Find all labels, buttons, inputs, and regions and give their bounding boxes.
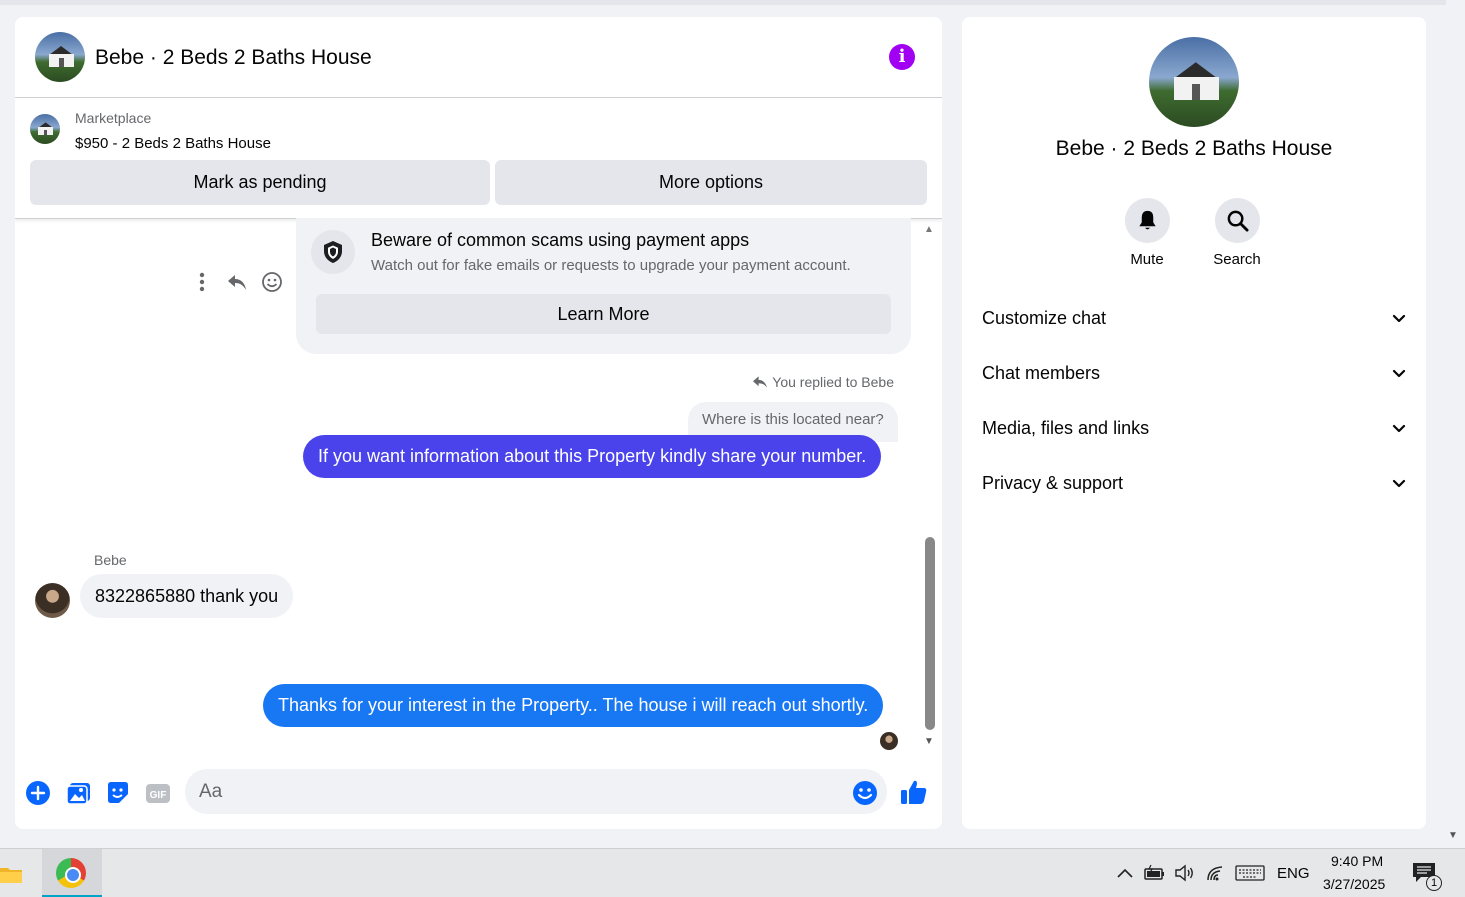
chat-members-section[interactable]: Chat members bbox=[982, 359, 1407, 389]
info-icon[interactable]: i bbox=[889, 44, 915, 70]
listing-source: Marketplace bbox=[75, 110, 152, 126]
scam-warning-title: Beware of common scams using payment app… bbox=[371, 230, 750, 250]
sender-name: Bebe bbox=[94, 552, 127, 568]
photo-icon[interactable] bbox=[66, 780, 92, 806]
chevron-down-icon bbox=[1392, 479, 1406, 488]
chat-panel: Bebe · 2 Beds 2 Baths House i Marketplac… bbox=[15, 17, 942, 829]
replied-label: You replied to Bebe bbox=[772, 374, 894, 390]
listing-title[interactable]: $950 - 2 Beds 2 Baths House bbox=[75, 135, 271, 152]
plus-icon[interactable] bbox=[25, 780, 51, 806]
section-label: Customize chat bbox=[982, 308, 1107, 328]
profile-title: Bebe · 2 Beds 2 Baths House bbox=[1055, 137, 1333, 160]
scam-warning-card: Beware of common scams using payment app… bbox=[296, 218, 911, 354]
chat-header: Bebe · 2 Beds 2 Baths House i bbox=[15, 17, 942, 98]
privacy-support-section[interactable]: Privacy & support bbox=[982, 469, 1407, 499]
volume-icon[interactable] bbox=[1174, 864, 1196, 887]
chevron-down-icon bbox=[1392, 314, 1406, 323]
more-vertical-icon[interactable] bbox=[198, 271, 206, 298]
notification-count-badge: 1 bbox=[1426, 875, 1442, 891]
chrome-taskbar-button[interactable] bbox=[42, 849, 102, 897]
shield-icon bbox=[311, 230, 355, 274]
message-actions bbox=[195, 271, 295, 295]
bell-icon[interactable] bbox=[1124, 198, 1170, 243]
windows-taskbar: ENG 9:40 PM 3/27/2025 1 bbox=[0, 848, 1465, 897]
chevron-down-icon bbox=[1392, 424, 1406, 433]
mute-label: Mute bbox=[1130, 251, 1164, 268]
file-explorer-icon[interactable] bbox=[0, 863, 22, 885]
chrome-icon bbox=[56, 858, 86, 888]
mute-button[interactable]: Mute bbox=[1117, 198, 1177, 268]
learn-more-button[interactable]: Learn More bbox=[316, 294, 891, 334]
profile-avatar[interactable] bbox=[1149, 37, 1239, 127]
search-button[interactable]: Search bbox=[1207, 198, 1267, 268]
reply-icon bbox=[753, 376, 768, 388]
replied-indicator: You replied to Bebe bbox=[752, 374, 894, 390]
page-scroll-down-arrow[interactable]: ▼ bbox=[1448, 830, 1458, 841]
reply-icon[interactable] bbox=[226, 271, 248, 298]
incoming-message[interactable]: 8322865880 thank you bbox=[80, 574, 294, 618]
scam-warning-subtitle: Watch out for fake emails or requests to… bbox=[371, 257, 851, 274]
scroll-down-arrow[interactable]: ▼ bbox=[924, 736, 936, 747]
search-icon[interactable] bbox=[1214, 198, 1260, 243]
composer: GIF bbox=[15, 759, 942, 819]
listing-banner: Marketplace $950 - 2 Beds 2 Baths House … bbox=[15, 99, 942, 219]
search-label: Search bbox=[1213, 251, 1261, 268]
clock-date[interactable]: 3/27/2025 bbox=[1323, 876, 1385, 892]
gif-icon[interactable]: GIF bbox=[145, 780, 171, 806]
top-strip bbox=[0, 0, 1446, 5]
mark-as-pending-button[interactable]: Mark as pending bbox=[30, 160, 490, 205]
customize-chat-section[interactable]: Customize chat bbox=[982, 304, 1407, 334]
section-label: Chat members bbox=[982, 363, 1101, 383]
scroll-up-arrow[interactable]: ▲ bbox=[924, 224, 936, 235]
chevron-down-icon bbox=[1392, 369, 1406, 378]
chat-avatar[interactable] bbox=[35, 32, 85, 82]
conversation-info-panel: Bebe · 2 Beds 2 Baths House Mute Search … bbox=[962, 17, 1426, 829]
scrollbar-thumb[interactable] bbox=[925, 537, 935, 730]
chat-title[interactable]: Bebe · 2 Beds 2 Baths House bbox=[95, 46, 372, 70]
outgoing-message[interactable]: Thanks for your interest in the Property… bbox=[263, 684, 884, 727]
message-input[interactable] bbox=[185, 769, 887, 814]
battery-icon[interactable] bbox=[1144, 864, 1166, 887]
react-emoji-icon[interactable] bbox=[261, 271, 283, 298]
chevron-up-icon[interactable] bbox=[1116, 866, 1134, 885]
emoji-icon[interactable] bbox=[852, 780, 878, 806]
outgoing-message[interactable]: If you want information about this Prope… bbox=[303, 435, 882, 478]
sender-avatar[interactable] bbox=[35, 583, 70, 618]
sticker-icon[interactable] bbox=[105, 780, 131, 806]
clock-time[interactable]: 9:40 PM bbox=[1331, 853, 1383, 869]
wifi-icon[interactable] bbox=[1206, 864, 1226, 887]
section-label: Media, files and links bbox=[982, 418, 1150, 438]
media-files-links-section[interactable]: Media, files and links bbox=[982, 414, 1407, 444]
more-options-button[interactable]: More options bbox=[495, 160, 927, 205]
keyboard-icon[interactable] bbox=[1235, 864, 1265, 887]
listing-thumbnail[interactable] bbox=[30, 114, 60, 144]
seen-receipt-avatar bbox=[880, 732, 898, 750]
gif-label: GIF bbox=[150, 790, 167, 801]
thumbs-up-icon[interactable] bbox=[900, 778, 928, 806]
section-label: Privacy & support bbox=[982, 473, 1124, 493]
language-indicator[interactable]: ENG bbox=[1277, 865, 1310, 882]
